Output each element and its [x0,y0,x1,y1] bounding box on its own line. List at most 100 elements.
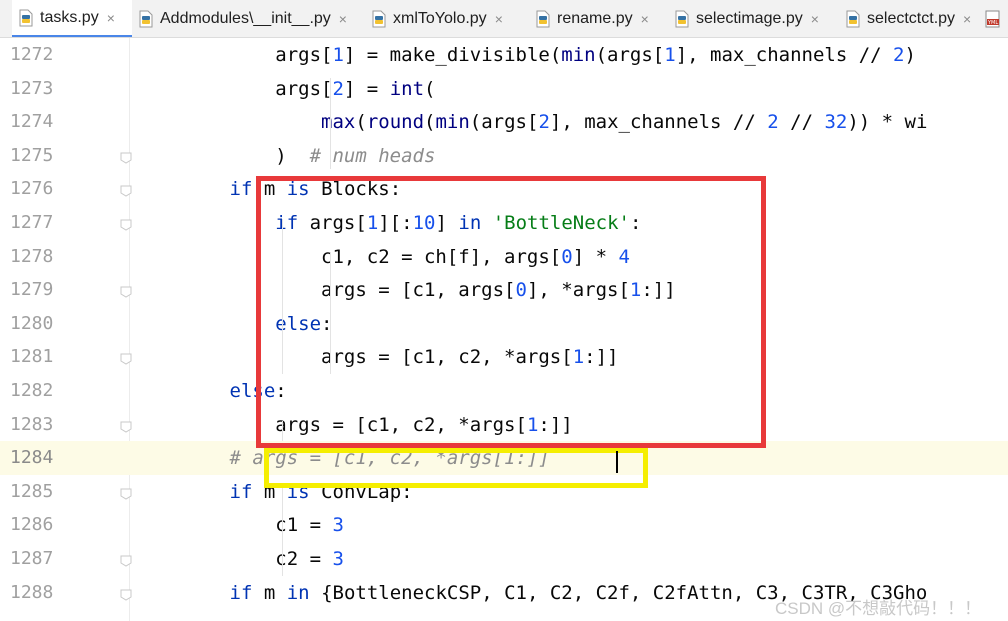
code-token: c2 = [138,548,333,570]
tab-xmltoyolo-py[interactable]: xmlToYolo.py × [371,0,503,37]
red-highlight-box [256,176,766,448]
line-number: 1287 [10,548,54,569]
code-line[interactable]: 1275 ) # num heads [0,139,1008,173]
python-file-icon [18,9,34,27]
close-icon[interactable]: × [107,10,115,26]
fold-marker-icon[interactable] [119,552,133,567]
fold-marker-icon[interactable] [119,418,133,433]
code-token: 1 [664,44,676,66]
line-number: 1285 [10,480,54,502]
line-number: 1275 [10,144,54,166]
code-token: if [229,178,253,201]
code-line[interactable]: 1272 args[1] = make_divisible(min(args[1… [0,38,1008,72]
code-token: (args[ [469,111,539,134]
code-token: # num heads [309,144,436,167]
close-icon[interactable]: × [963,11,971,27]
tab-yaml-file[interactable]: YML [985,0,1007,37]
code-token: ], max_channels // [675,44,894,66]
code-token: if [229,480,253,503]
close-icon[interactable]: × [811,11,819,27]
code-token: ( [424,77,436,100]
yaml-file-icon: YML [985,10,1001,28]
line-number: 1274 [10,111,54,133]
line-number: 1272 [10,44,54,65]
code-text: c2 = 3 [138,542,344,576]
python-file-icon [138,10,154,28]
code-token: args[ [138,77,333,100]
fold-marker-icon[interactable] [119,586,133,601]
code-token: min [561,44,596,66]
code-token: 2 [332,77,344,100]
line-number: 1281 [10,346,54,368]
fold-marker-icon[interactable] [119,485,133,500]
code-token: 3 [332,514,344,537]
code-line[interactable]: 1287 c2 = 3 [0,542,1008,576]
code-token: ] = make_divisible( [343,44,562,66]
code-line[interactable]: 1286 c1 = 3 [0,508,1008,542]
fold-marker-icon[interactable] [119,149,133,164]
tab-rename-py[interactable]: rename.py × [535,0,649,37]
code-line[interactable]: 1274 max(round(min(args[2], max_channels… [0,105,1008,139]
code-text: args[2] = int( [138,72,435,106]
python-file-icon [371,10,387,28]
code-token: min [435,111,470,134]
fold-marker-icon[interactable] [119,350,133,365]
line-number: 1288 [10,581,54,603]
indent-guide [282,488,283,576]
code-text: args[1] = make_divisible(min(args[1], ma… [138,38,916,72]
tab-tasks-py[interactable]: tasks.py × [12,0,132,37]
code-token: c1 = [138,514,333,537]
tab-selectimage-py[interactable]: selectimage.py × [674,0,819,37]
watermark: CSDN @不想敲代码！！！ [775,599,982,618]
code-token: ] = [343,77,390,100]
code-token: args[ [138,44,333,66]
tab-selectctct-py[interactable]: selectctct.py × [845,0,971,37]
line-number: 1279 [10,279,54,301]
fold-marker-icon[interactable] [119,216,133,231]
line-number: 1286 [10,514,54,536]
line-number: 1280 [10,312,54,334]
python-file-icon [845,10,861,28]
close-icon[interactable]: × [641,11,649,27]
line-number: 1277 [10,212,54,233]
close-icon[interactable]: × [495,11,503,27]
code-token: 2 [893,44,905,66]
python-file-icon [535,10,551,28]
editor-tab-bar: tasks.py × Addmodules\__init__.py × xmlToYol… [0,0,1008,38]
code-text: ) # num heads [138,139,435,173]
code-token: (args[ [595,44,665,66]
fold-marker-icon[interactable] [119,182,133,197]
tab-addmodules-init-py[interactable]: Addmodules\__init__.py × [138,0,347,37]
line-number: 1278 [10,245,54,267]
code-token: )) * wi [847,111,928,134]
fold-marker-icon[interactable] [119,283,133,298]
code-token: ], max_channels // [549,111,768,134]
line-number: 1283 [10,413,54,435]
code-token: ( [424,111,436,134]
code-editor[interactable]: 1272 args[1] = make_divisible(min(args[1… [0,38,1008,621]
code-token: 2 [767,111,779,134]
text-cursor [616,451,618,473]
code-text: max(round(min(args[2], max_channels // 2… [138,105,927,139]
line-number: 1284 [10,447,54,469]
indent-guide [330,78,331,170]
code-token: int [389,77,425,100]
line-number: 1273 [10,77,54,99]
tab-label: xmlToYolo.py [393,10,487,27]
code-token: 3 [332,548,344,570]
close-icon[interactable]: × [339,11,347,27]
code-token: // [778,111,825,134]
code-token: 32 [824,111,848,134]
code-text: c1 = 3 [138,508,344,542]
tab-label: Addmodules\__init__.py [160,10,331,27]
code-token: 1 [332,44,344,66]
code-line[interactable]: 1273 args[2] = int( [0,72,1008,106]
code-token: round [366,111,425,134]
